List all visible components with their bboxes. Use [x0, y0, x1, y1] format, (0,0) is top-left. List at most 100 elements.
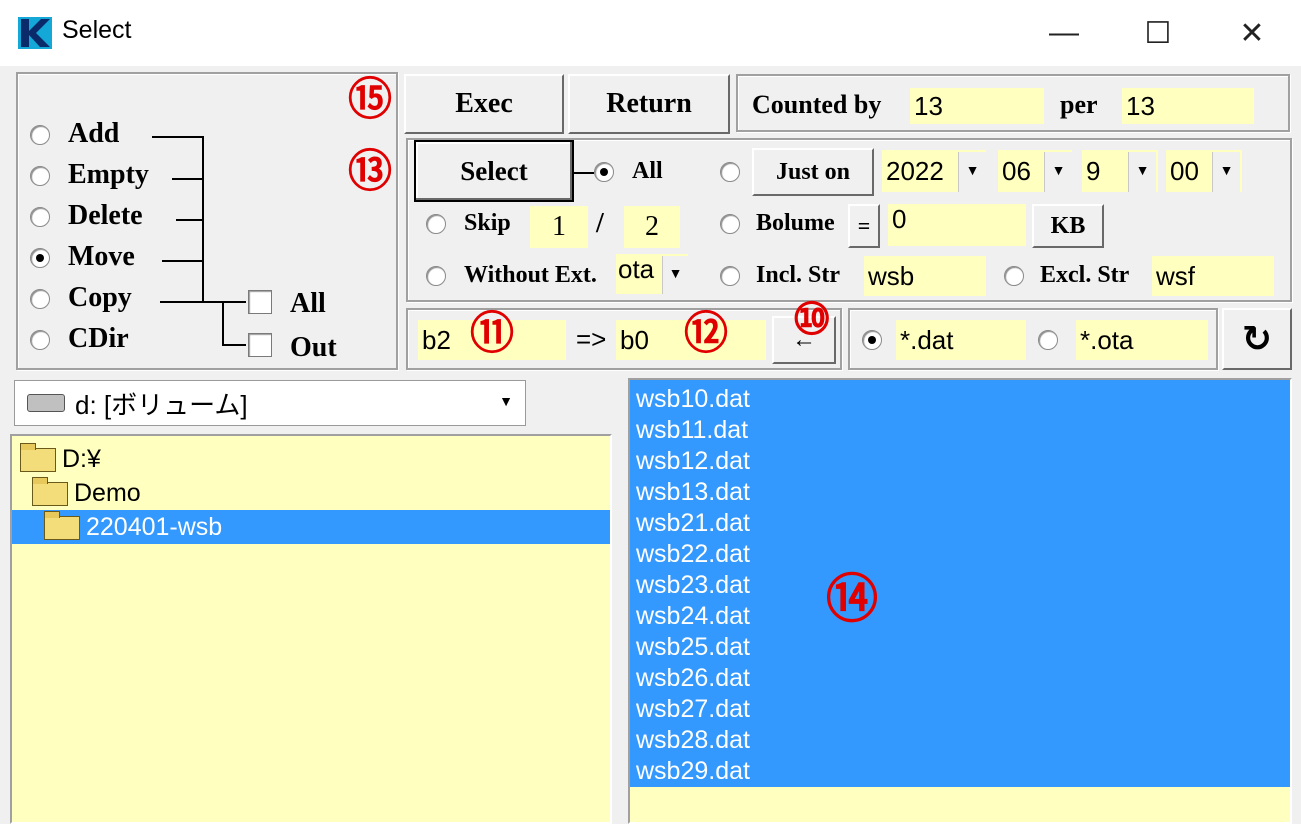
chevron-down-icon[interactable]: ▼ [662, 256, 688, 294]
excl-str-radio[interactable] [1004, 266, 1024, 286]
list-item[interactable]: wsb27.dat [630, 694, 1290, 725]
out-checkbox[interactable] [248, 333, 272, 357]
tree-node-root[interactable]: D:¥ [12, 442, 610, 476]
list-item[interactable]: wsb25.dat [630, 632, 1290, 663]
skip-radio[interactable] [426, 214, 446, 234]
mode-label-move: Move [68, 241, 135, 272]
all-checkbox[interactable] [248, 290, 272, 314]
just-on-button[interactable]: Just on [752, 148, 874, 196]
chevron-down-icon[interactable]: ▼ [1128, 152, 1156, 192]
out-checkbox-label: Out [290, 332, 337, 363]
chevron-down-icon[interactable]: ▼ [1212, 152, 1240, 192]
year-value: 2022 [886, 155, 944, 186]
bolume-operator-button[interactable]: = [848, 204, 880, 248]
chevron-down-icon[interactable]: ▼ [1044, 152, 1072, 192]
drive-label: d: [ボリューム] [75, 389, 248, 420]
chevron-down-icon[interactable]: ▼ [958, 152, 986, 192]
file-list[interactable]: wsb10.dat wsb11.dat wsb12.dat wsb13.dat … [628, 378, 1292, 824]
select-button[interactable]: Select [414, 140, 574, 202]
mode-radio-empty[interactable] [30, 166, 50, 186]
annotation-12: ⑫ [684, 308, 728, 359]
skip-label: Skip [464, 210, 511, 236]
list-item[interactable]: wsb13.dat [630, 477, 1290, 508]
per-input[interactable]: 13 [1120, 86, 1256, 126]
pattern-b-radio[interactable] [1038, 330, 1058, 350]
counted-by-input[interactable]: 13 [908, 86, 1046, 126]
folder-open-icon [44, 511, 80, 541]
rename-arrow: => [576, 324, 607, 354]
annotation-11: ⑪ [470, 308, 514, 359]
connector-line [222, 344, 246, 346]
mode-label-copy: Copy [68, 282, 132, 313]
connector-line [160, 301, 222, 303]
mode-label-cdir: CDir [68, 323, 129, 354]
tree-node-220401-wsb[interactable]: 220401-wsb [12, 510, 610, 544]
skip-slash: / [596, 208, 604, 239]
incl-str-input[interactable]: wsb [862, 254, 988, 298]
skip-b-input[interactable]: 2 [624, 206, 680, 248]
mode-radio-delete[interactable] [30, 207, 50, 227]
pattern-b-input[interactable]: *.ota [1074, 318, 1210, 362]
per-label: per [1060, 90, 1098, 119]
list-item[interactable]: wsb22.dat [630, 539, 1290, 570]
bolume-label: Bolume [756, 210, 835, 236]
all-radio-label: All [632, 158, 663, 184]
maximize-button[interactable]: ☐ [1128, 8, 1188, 58]
list-item[interactable]: wsb12.dat [630, 446, 1290, 477]
list-item[interactable]: wsb11.dat [630, 415, 1290, 446]
exec-button[interactable]: Exec [404, 74, 564, 134]
pattern-a-radio[interactable] [862, 330, 882, 350]
list-item[interactable]: wsb23.dat [630, 570, 1290, 601]
list-item[interactable]: wsb26.dat [630, 663, 1290, 694]
counted-by-label: Counted by [752, 90, 882, 119]
connector-line [202, 136, 204, 302]
chevron-down-icon[interactable]: ▼ [490, 384, 522, 422]
connector-line [222, 301, 224, 345]
connector-line [162, 260, 204, 262]
all-checkbox-label: All [290, 288, 326, 319]
pattern-a-input[interactable]: *.dat [894, 318, 1028, 362]
app-logo-icon [18, 17, 52, 49]
return-button[interactable]: Return [568, 74, 730, 134]
incl-str-radio[interactable] [720, 266, 740, 286]
month-value: 06 [1002, 155, 1031, 186]
tree-node-label: Demo [74, 479, 141, 507]
window-title: Select [62, 16, 132, 44]
connector-line [574, 172, 594, 174]
directory-tree[interactable]: D:¥ Demo 220401-wsb [10, 434, 612, 824]
close-button[interactable]: ✕ [1222, 8, 1282, 58]
list-item[interactable]: wsb21.dat [630, 508, 1290, 539]
kb-button[interactable]: KB [1032, 204, 1104, 248]
mode-radio-add[interactable] [30, 125, 50, 145]
day-value: 9 [1086, 155, 1101, 186]
refresh-icon: ↻ [1241, 318, 1273, 360]
skip-a-input[interactable]: 1 [530, 206, 588, 248]
drive-icon [27, 394, 65, 412]
all-radio[interactable] [594, 162, 614, 182]
bolume-radio[interactable] [720, 214, 740, 234]
incl-str-label: Incl. Str [756, 262, 840, 288]
excl-str-input[interactable]: wsf [1150, 254, 1276, 298]
just-on-radio[interactable] [720, 162, 740, 182]
without-ext-label: Without Ext. [464, 262, 597, 288]
excl-str-label: Excl. Str [1040, 262, 1130, 288]
mode-label-delete: Delete [68, 200, 143, 231]
bolume-input[interactable]: 0 [886, 202, 1028, 248]
drive-combo[interactable]: d: [ボリューム] [14, 380, 526, 426]
refresh-button[interactable]: ↻ [1222, 308, 1292, 370]
mode-label-add: Add [68, 118, 120, 149]
minimize-button[interactable]: — [1034, 8, 1094, 58]
mode-radio-cdir[interactable] [30, 330, 50, 350]
list-item[interactable]: wsb28.dat [630, 725, 1290, 756]
mode-radio-move[interactable] [30, 248, 50, 268]
list-item[interactable]: wsb29.dat [630, 756, 1290, 787]
hour-value: 00 [1170, 155, 1199, 186]
mode-radio-copy[interactable] [30, 289, 50, 309]
connector-line [176, 219, 204, 221]
without-ext-radio[interactable] [426, 266, 446, 286]
list-item[interactable]: wsb24.dat [630, 601, 1290, 632]
list-item[interactable]: wsb10.dat [630, 384, 1290, 415]
annotation-14: ⑭ [826, 569, 879, 630]
tree-node-demo[interactable]: Demo [12, 476, 610, 510]
tree-node-label: D:¥ [62, 445, 101, 473]
